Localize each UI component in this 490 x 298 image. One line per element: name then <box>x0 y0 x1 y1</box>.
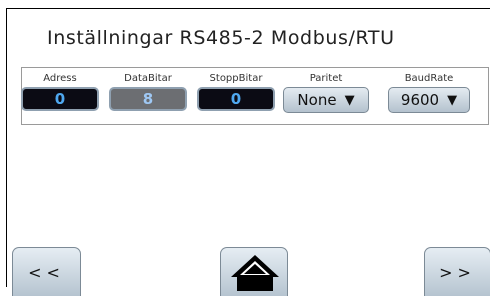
databitar-label: DataBitar <box>124 73 172 84</box>
databitar-field: DataBitar 8 <box>109 73 187 111</box>
stoppbitar-input[interactable]: 0 <box>197 87 275 111</box>
adress-input[interactable]: 0 <box>21 87 99 111</box>
paritet-label: Paritet <box>309 73 343 84</box>
home-button[interactable] <box>220 247 288 296</box>
home-icon <box>231 255 279 291</box>
page-title: Inställningar RS485-2 Modbus/RTU <box>47 27 395 49</box>
settings-screen: Inställningar RS485-2 Modbus/RTU Adress … <box>6 8 490 296</box>
paritet-value: None <box>297 91 337 109</box>
previous-page-button[interactable]: << <box>12 247 81 296</box>
adress-label: Adress <box>43 73 77 84</box>
dropdown-arrow-icon: ▼ <box>447 92 458 108</box>
paritet-dropdown[interactable]: None ▼ <box>283 87 369 113</box>
baudrate-field: BaudRate 9600 ▼ <box>388 73 470 113</box>
baudrate-label: BaudRate <box>404 73 454 84</box>
adress-field: Adress 0 <box>21 73 99 111</box>
stoppbitar-label: StoppBitar <box>209 73 263 84</box>
baudrate-dropdown[interactable]: 9600 ▼ <box>388 87 470 113</box>
next-page-button[interactable]: >> <box>424 247 490 296</box>
databitar-input[interactable]: 8 <box>109 87 187 111</box>
dropdown-arrow-icon: ▼ <box>344 92 355 108</box>
paritet-field: Paritet None ▼ <box>283 73 369 113</box>
baudrate-value: 9600 <box>400 91 440 109</box>
stoppbitar-field: StoppBitar 0 <box>197 73 275 111</box>
